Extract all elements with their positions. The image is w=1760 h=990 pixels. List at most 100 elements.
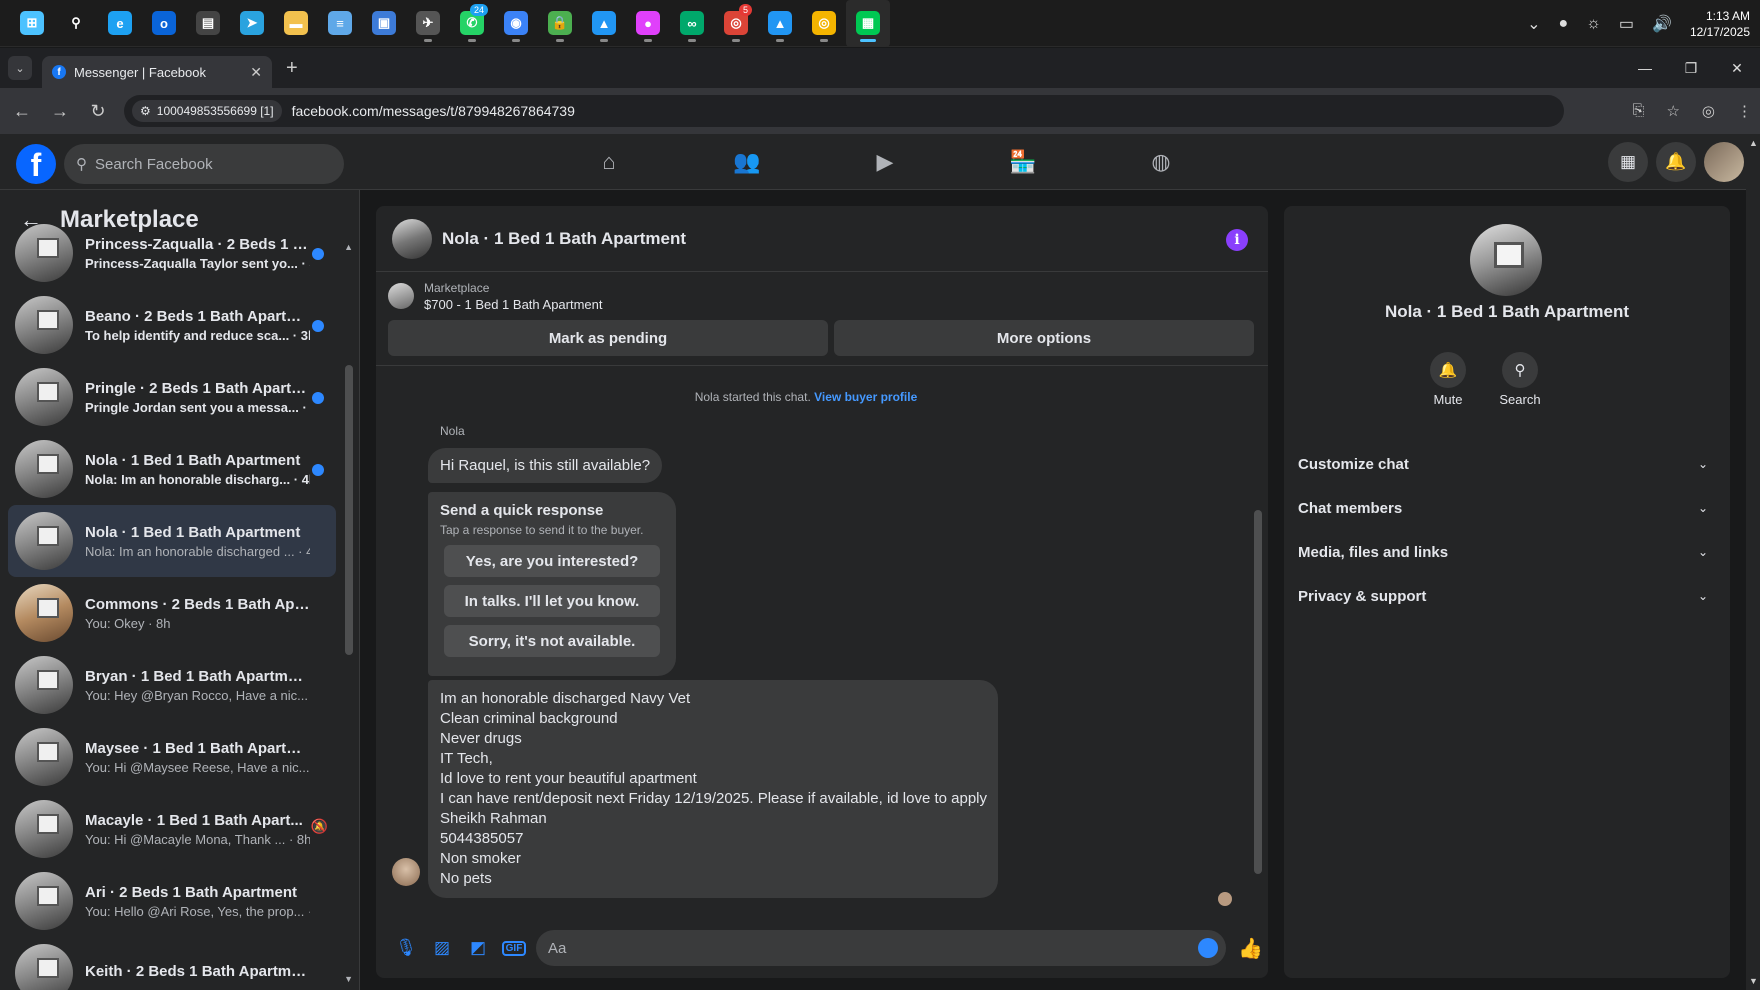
search-facebook-input[interactable]: ⚲ Search Facebook xyxy=(64,144,344,184)
outlook-icon[interactable]: o xyxy=(142,0,186,47)
conversation-item[interactable]: Macayle · 1 Bed 1 Bath Apart... You: Hi @… xyxy=(8,793,336,865)
conversation-item[interactable]: Ari · 2 Beds 1 Bath Apartment You: Hello … xyxy=(8,865,336,937)
new-tab-button[interactable]: + xyxy=(286,57,298,80)
forward-button[interactable]: → xyxy=(44,101,76,122)
back-button[interactable]: ← xyxy=(6,101,38,122)
drive-icon-2[interactable]: ▲ xyxy=(758,0,802,47)
close-tab-icon[interactable]: ✕ xyxy=(250,64,262,81)
info-section-row[interactable]: Privacy & support ⌄ xyxy=(1298,576,1714,616)
conversation-item[interactable]: Beano · 2 Beds 1 Bath Apartme... To help … xyxy=(8,289,336,361)
conversation-item[interactable]: Nola · 1 Bed 1 Bath Apartment Nola: Im an… xyxy=(8,505,336,577)
account-avatar[interactable] xyxy=(1704,142,1744,182)
facebook-logo[interactable]: f xyxy=(16,144,56,184)
chrome-icon-2[interactable]: ◎ xyxy=(802,0,846,47)
thumbs-up-icon[interactable]: 👍 xyxy=(1238,936,1263,961)
address-bar[interactable]: ⚙ 100049853556699 [1] facebook.com/messa… xyxy=(124,95,1564,127)
scroll-up-arrow-icon[interactable]: ▲ xyxy=(344,242,353,252)
microphone-icon[interactable]: 🎙 xyxy=(388,930,424,966)
file-explorer-icon[interactable]: ▬ xyxy=(274,0,318,47)
app-icon-circle[interactable]: ◉ xyxy=(494,0,538,47)
listing-banner[interactable]: Marketplace $700 - 1 Bed 1 Bath Apartmen… xyxy=(376,272,1268,320)
restore-button[interactable]: ❐ xyxy=(1668,48,1714,88)
info-section-row[interactable]: Media, files and links ⌄ xyxy=(1298,532,1714,572)
friends-icon[interactable]: 👥 xyxy=(678,134,816,190)
install-app-icon[interactable]: ⎘ xyxy=(1632,102,1644,120)
quick-reply-interested-button[interactable]: Yes, are you interested? xyxy=(444,545,660,577)
info-section-row[interactable]: Chat members ⌄ xyxy=(1298,488,1714,528)
chat-scrollbar[interactable] xyxy=(1254,500,1262,874)
home-icon[interactable]: ⌂ xyxy=(540,134,678,190)
app-icon-oo[interactable]: ∞ xyxy=(670,0,714,47)
conversation-item[interactable]: Maysee · 1 Bed 1 Bath Apartment You: Hi @… xyxy=(8,721,336,793)
sticker-icon[interactable]: ◩ xyxy=(460,930,496,966)
conversation-item[interactable]: Bryan · 1 Bed 1 Bath Apartment You: Hey @… xyxy=(8,649,336,721)
chat-title[interactable]: Nola · 1 Bed 1 Bath Apartment xyxy=(442,229,686,249)
conversation-item[interactable]: Commons · 2 Beds 1 Bath Apart... You: Oke… xyxy=(8,577,336,649)
app-icon-blue[interactable]: ▣ xyxy=(362,0,406,47)
menu-kebab-icon[interactable]: ⋮ xyxy=(1737,102,1752,120)
conversation-item[interactable]: Nola · 1 Bed 1 Bath Apartment Nola: Im an… xyxy=(8,433,336,505)
sidebar-scrollbar[interactable] xyxy=(345,365,353,655)
groups-icon[interactable]: ◍ xyxy=(1092,134,1230,190)
chevron-up-icon[interactable]: ⌄ xyxy=(1527,14,1540,34)
volume-icon[interactable]: 🔊 xyxy=(1652,14,1672,34)
color-app-icon[interactable]: ● xyxy=(626,0,670,47)
quick-reply-in-talks-button[interactable]: In talks. I'll let you know. xyxy=(444,585,660,617)
sender-avatar[interactable] xyxy=(392,858,420,886)
close-window-button[interactable]: ✕ xyxy=(1714,48,1760,88)
app-icon-gray[interactable]: ✈ xyxy=(406,0,450,47)
lock-app-icon[interactable]: 🔒 xyxy=(538,0,582,47)
security-icon[interactable]: ● xyxy=(1559,15,1569,33)
conversation-item[interactable]: Keith · 2 Beds 1 Bath Apartment xyxy=(8,937,336,990)
profile-icon[interactable]: ◎ xyxy=(1702,102,1715,120)
windows-start-icon[interactable]: ⊞ xyxy=(10,0,54,47)
mark-as-pending-button[interactable]: Mark as pending xyxy=(388,320,828,356)
whatsapp-icon[interactable]: ✆ 24 xyxy=(450,0,494,47)
calendar-app-icon[interactable]: ▦ xyxy=(846,0,890,47)
scroll-down-arrow-icon[interactable]: ▼ xyxy=(344,974,353,984)
drive-icon-glyph: ▲ xyxy=(592,11,616,35)
bookmark-star-icon[interactable]: ☆ xyxy=(1666,102,1679,120)
conversation-item[interactable]: Princess-Zaqualla · 2 Beds 1 Ba... Prince… xyxy=(8,217,336,289)
telegram-icon[interactable]: ➤ xyxy=(230,0,274,47)
mute-action[interactable]: 🔔 Mute xyxy=(1418,352,1478,407)
marketplace-icon[interactable]: 🏪 xyxy=(954,134,1092,190)
conversation-item[interactable]: Pringle · 2 Beds 1 Bath Apartm... Pringle… xyxy=(8,361,336,433)
emoji-icon[interactable] xyxy=(1198,938,1218,958)
info-icon[interactable]: i xyxy=(1226,229,1248,251)
page-scroll-up-icon[interactable]: ▲ xyxy=(1749,138,1758,148)
listing-avatar[interactable] xyxy=(1470,224,1542,296)
view-buyer-profile-link[interactable]: View buyer profile xyxy=(814,390,917,404)
drive-icon[interactable]: ▲ xyxy=(582,0,626,47)
chrome-icon[interactable]: ◎ 5 xyxy=(714,0,758,47)
tab-search-button[interactable]: ⌄ xyxy=(8,56,32,80)
taskbar-clock[interactable]: 1:13 AM 12/17/2025 xyxy=(1690,8,1750,40)
brightness-icon[interactable]: ☼ xyxy=(1586,15,1601,33)
search-action[interactable]: ⚲ Search xyxy=(1490,352,1550,407)
photo-icon[interactable]: ▨ xyxy=(424,930,460,966)
video-icon[interactable]: ▶ xyxy=(816,134,954,190)
store-icon[interactable]: ▤ xyxy=(186,0,230,47)
url-text[interactable]: facebook.com/messages/t/879948267864739 xyxy=(292,103,575,119)
page-scroll-down-icon[interactable]: ▼ xyxy=(1749,976,1758,986)
notepad-icon[interactable]: ≡ xyxy=(318,0,362,47)
info-section-row[interactable]: Customize chat ⌄ xyxy=(1298,444,1714,484)
minimize-button[interactable]: — xyxy=(1622,48,1668,88)
message-bubble[interactable]: Hi Raquel, is this still available? xyxy=(428,448,663,483)
quick-reply-not-available-button[interactable]: Sorry, it's not available. xyxy=(444,625,660,657)
menu-grid-icon[interactable]: ▦ xyxy=(1608,142,1648,182)
site-info-chip[interactable]: ⚙ 100049853556699 [1] xyxy=(132,100,282,122)
search-icon[interactable]: ⚲ xyxy=(54,0,98,47)
long-message-bubble[interactable]: Im an honorable discharged Navy Vet Clean… xyxy=(428,680,998,898)
more-options-button[interactable]: More options xyxy=(834,320,1254,356)
gif-button[interactable]: GIF xyxy=(496,930,532,966)
notifications-bell-icon[interactable]: 🔔 xyxy=(1656,142,1696,182)
edge-icon[interactable]: e xyxy=(98,0,142,47)
browser-tab-messenger[interactable]: f Messenger | Facebook ✕ xyxy=(42,56,272,88)
reload-button[interactable]: ↻ xyxy=(82,101,114,122)
conversation-name: Macayle · 1 Bed 1 Bath Apart... xyxy=(85,811,303,829)
page-scrollbar[interactable]: ▲ ▼ xyxy=(1746,134,1760,990)
chat-avatar[interactable] xyxy=(392,218,432,259)
display-icon[interactable]: ▭ xyxy=(1619,14,1634,34)
message-input[interactable]: Aa xyxy=(536,930,1226,966)
